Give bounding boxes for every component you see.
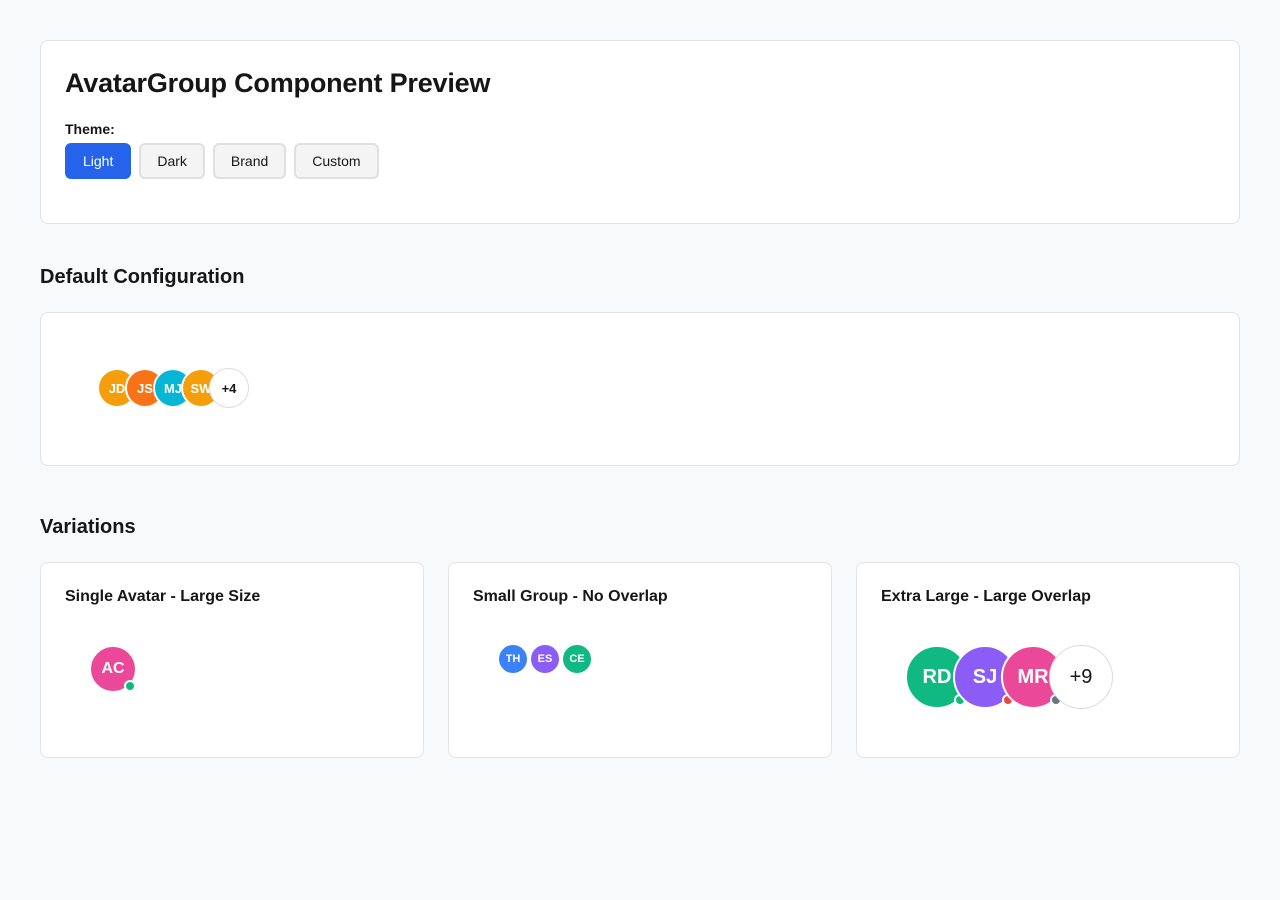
avatar-initials: MR: [1017, 665, 1049, 688]
variation-card-extra-large: Extra Large - Large Overlap RD SJ MR +9: [856, 562, 1240, 758]
page-title: AvatarGroup Component Preview: [65, 68, 491, 98]
header-card: AvatarGroup Component Preview Theme: Lig…: [40, 40, 1240, 224]
avatar-initials: TH: [505, 653, 521, 665]
default-section-heading: Default Configuration: [40, 266, 245, 288]
page: AvatarGroup Component Preview Theme: Lig…: [0, 0, 1280, 758]
overflow-count: +4: [221, 380, 237, 396]
avatar-initials: RD: [922, 665, 952, 688]
theme-button-dark[interactable]: Dark: [139, 143, 205, 179]
avatar-initials: MJ: [163, 380, 183, 396]
avatar-initials: AC: [101, 660, 125, 677]
theme-selector: Light Dark Brand Custom: [65, 143, 1215, 179]
avatar-initials: SJ: [972, 665, 998, 688]
avatar-initials: CE: [569, 653, 585, 665]
avatar[interactable]: ES: [529, 643, 561, 675]
status-indicator: [124, 680, 136, 692]
variation-card-single: Single Avatar - Large Size AC: [40, 562, 424, 758]
overflow-count: +9: [1069, 665, 1093, 688]
variations-section-heading: Variations: [40, 516, 136, 538]
avatar[interactable]: TH: [497, 643, 529, 675]
theme-label: Theme:: [65, 121, 115, 137]
avatar[interactable]: CE: [561, 643, 593, 675]
overflow-count-badge[interactable]: +4: [209, 368, 249, 408]
variation-title: Single Avatar - Large Size: [65, 588, 261, 605]
avatar-group-default: JD JS MJ SW +4: [97, 368, 249, 408]
avatar-group-single: AC: [89, 645, 137, 693]
avatar-group-small: TH ES CE: [497, 643, 593, 675]
theme-button-light[interactable]: Light: [65, 143, 132, 179]
avatar-initials: JD: [108, 380, 126, 396]
variation-title: Extra Large - Large Overlap: [881, 588, 1091, 605]
variation-card-small: Small Group - No Overlap TH ES CE: [448, 562, 832, 758]
avatar-initials: ES: [537, 653, 553, 665]
avatar[interactable]: AC: [89, 645, 137, 693]
default-preview-card: JD JS MJ SW +4: [40, 312, 1240, 466]
variation-title: Small Group - No Overlap: [473, 588, 668, 605]
theme-button-brand[interactable]: Brand: [212, 143, 287, 179]
variations-grid: Single Avatar - Large Size AC Small Grou…: [40, 562, 1240, 758]
theme-button-custom[interactable]: Custom: [294, 143, 379, 179]
overflow-count-badge[interactable]: +9: [1049, 645, 1113, 709]
avatar-group-extra-large: RD SJ MR +9: [905, 645, 1113, 709]
avatar-initials: JS: [137, 380, 153, 396]
